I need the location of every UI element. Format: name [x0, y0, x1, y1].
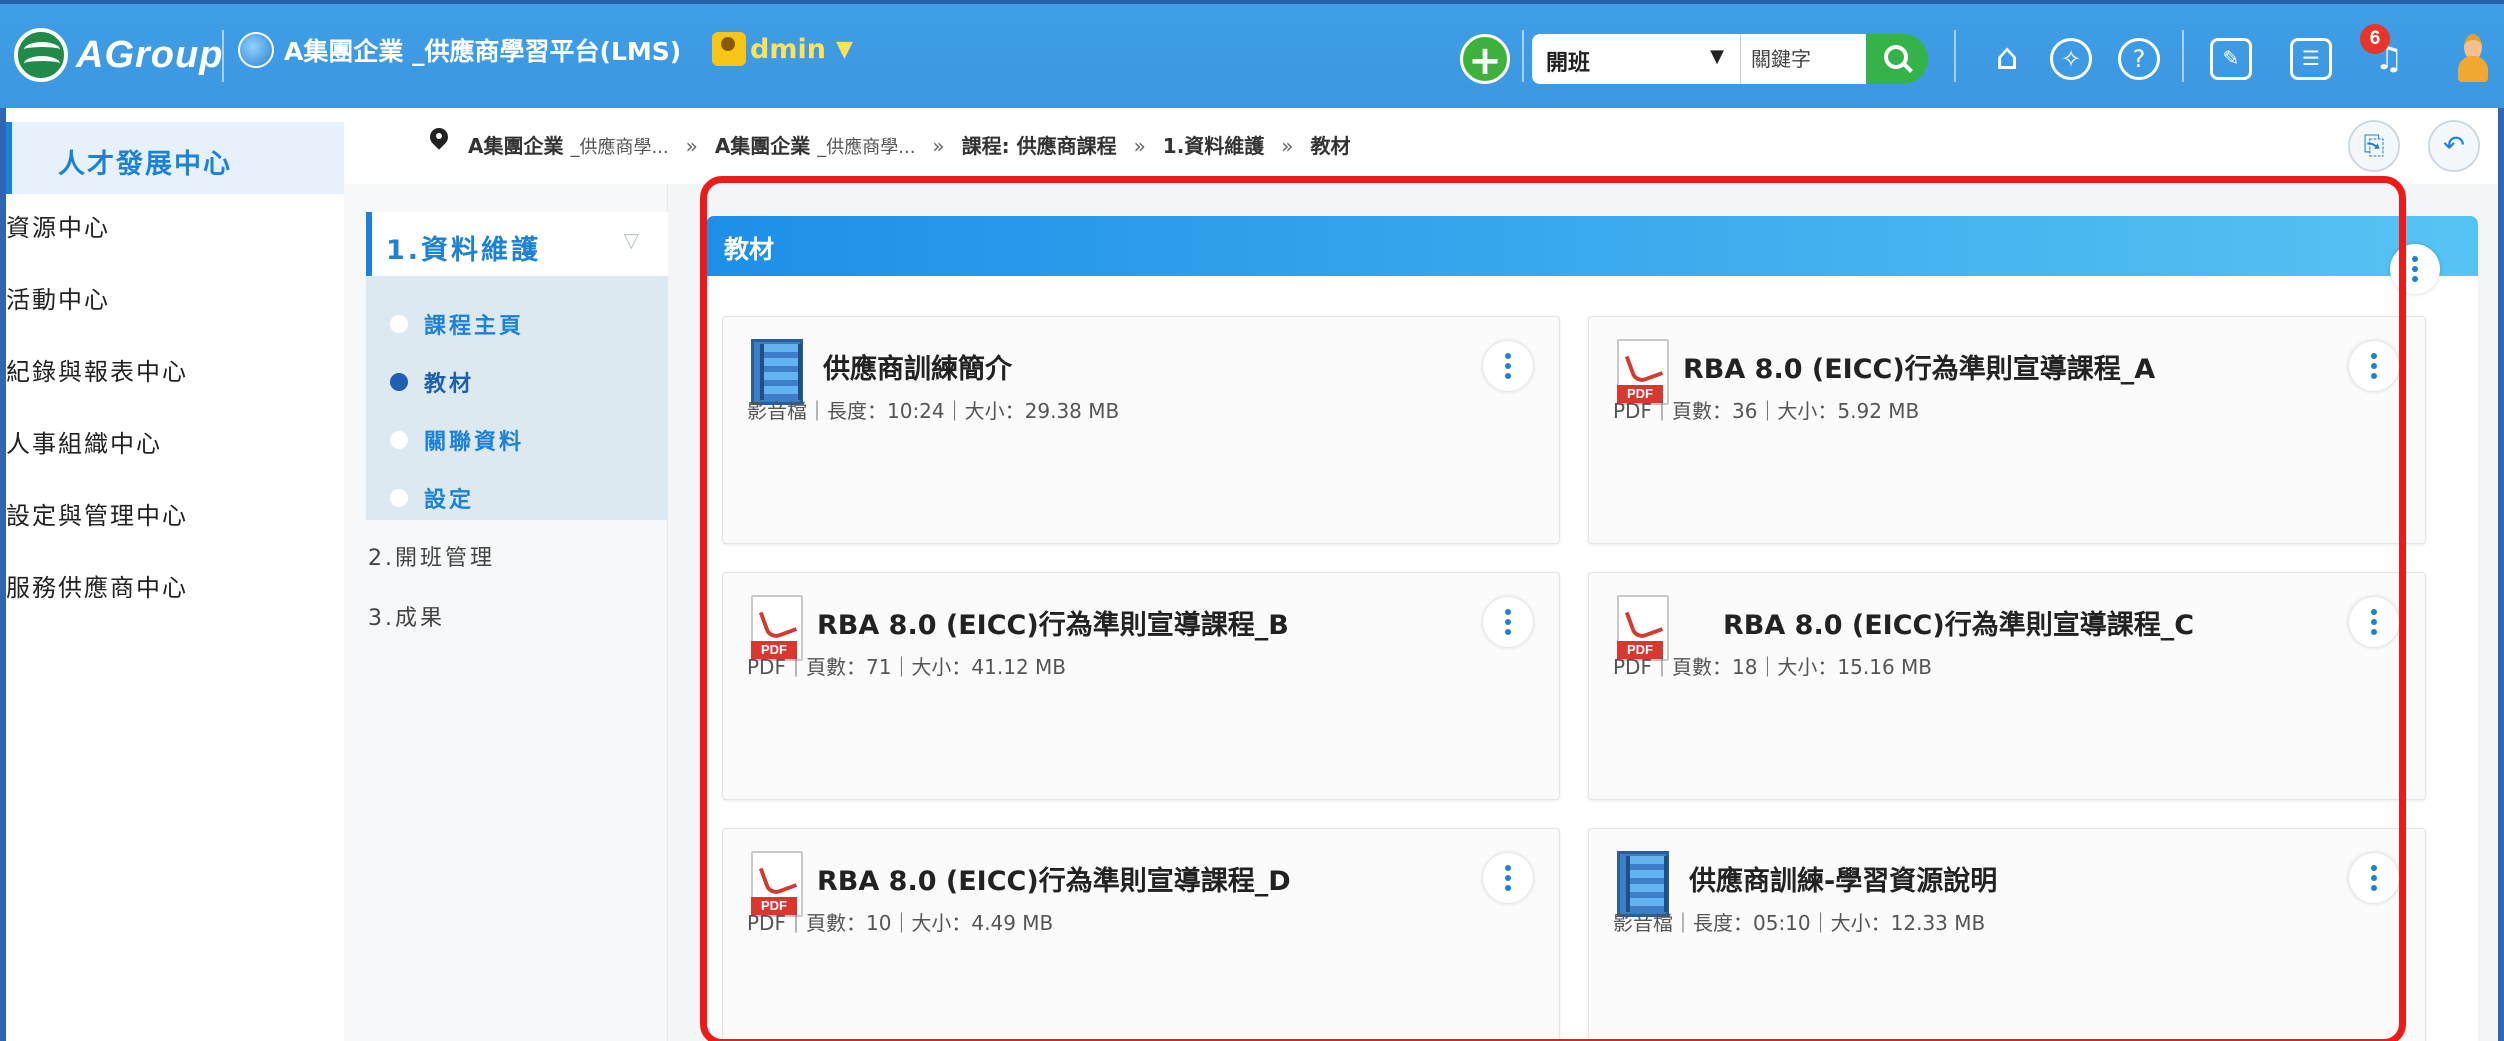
material-title[interactable]: RBA 8.0 (EICC)行為準則宣導課程_B — [817, 603, 1289, 642]
subitem-materials[interactable]: 教材 — [390, 366, 474, 398]
user-icon[interactable] — [2456, 34, 2490, 84]
material-meta: PDF｜頁數：36｜大小：5.92 MB — [1613, 399, 1920, 423]
platform-title-text: A集團企業 _供應商學習平台(LMS) — [284, 37, 682, 66]
breadcrumb-item[interactable]: 課程: 供應商課程 — [962, 134, 1117, 158]
breadcrumb-current: 教材 — [1310, 134, 1351, 158]
bullet-icon — [390, 315, 408, 333]
divider — [1522, 30, 1524, 82]
admin-label: dmin — [750, 33, 826, 65]
report-icon[interactable]: ✎ — [2210, 38, 2252, 80]
course-nav-section: 1.資料維護 ▽ 課程主頁 教材 關聯資料 設定 — [366, 212, 668, 520]
more-options-icon[interactable] — [2349, 597, 2399, 647]
material-meta: PDF｜頁數：18｜大小：15.16 MB — [1613, 655, 1933, 679]
material-title[interactable]: RBA 8.0 (EICC)行為準則宣導課程_A — [1683, 347, 2155, 386]
nav-item-suppliers[interactable]: 服務供應商中心 — [6, 568, 344, 603]
more-options-icon[interactable] — [1483, 853, 1533, 903]
subitem-related-data[interactable]: 關聯資料 — [390, 424, 524, 456]
panel-title: 教材 — [706, 216, 2478, 276]
subitem-settings[interactable]: 設定 — [390, 482, 474, 514]
chevron-down-icon: ▼ — [1710, 46, 1724, 67]
chevron-down-icon: ▽ — [623, 228, 642, 252]
caret-down-icon: ▼ — [835, 36, 853, 62]
back-icon[interactable]: ↶ — [2428, 120, 2480, 172]
admin-menu[interactable]: dmin ▼ — [712, 32, 853, 66]
nav-item-activities[interactable]: 活動中心 — [6, 280, 344, 315]
list-icon[interactable]: ☰ — [2290, 38, 2332, 80]
help-icon[interactable]: ? — [2118, 38, 2160, 80]
material-card[interactable]: 供應商訓練-學習資源說明 影音檔｜長度：05:10｜大小：12.33 MB — [1588, 828, 2426, 1041]
left-nav: 人才發展中心 資源中心 活動中心 紀錄與報表中心 人事組織中心 設定與管理中心 … — [6, 108, 344, 1041]
export-icon[interactable]: ⎘ — [2348, 120, 2400, 172]
material-title[interactable]: 供應商訓練-學習資源說明 — [1689, 859, 1997, 898]
nav-item-resources[interactable]: 資源中心 — [6, 208, 344, 243]
more-options-icon[interactable] — [2349, 341, 2399, 391]
material-title[interactable]: RBA 8.0 (EICC)行為準則宣導課程_C — [1723, 603, 2194, 642]
nav-item-label: 資源中心 — [6, 214, 110, 242]
breadcrumb-item[interactable]: A集團企業 _供應商學... — [715, 134, 916, 158]
material-title[interactable]: 供應商訓練簡介 — [823, 347, 1012, 386]
section-class-management[interactable]: 2.開班管理 — [368, 540, 495, 572]
notification-badge: 6 — [2360, 24, 2390, 54]
subitem-course-home[interactable]: 課程主頁 — [390, 308, 524, 340]
breadcrumb-trail: A集團企業 _供應商學... » A集團企業 _供應商學... » 課程: 供應… — [468, 134, 1351, 158]
bullet-icon — [390, 489, 408, 507]
keyword-input[interactable] — [1740, 34, 1866, 84]
class-type-select[interactable]: 開班 ▼ — [1532, 34, 1740, 84]
globe-icon — [238, 32, 274, 68]
logo-icon — [14, 28, 68, 82]
bullet-icon — [390, 431, 408, 449]
material-card[interactable]: 供應商訓練簡介 影音檔｜長度：10:24｜大小：29.38 MB — [722, 316, 1560, 544]
material-meta: PDF｜頁數：71｜大小：41.12 MB — [747, 655, 1067, 679]
more-options-icon[interactable] — [2349, 853, 2399, 903]
home-icon[interactable]: ⌂ — [1986, 38, 2028, 80]
divider — [2182, 30, 2184, 82]
breadcrumb: A集團企業 _供應商學... » A集團企業 _供應商學... » 課程: 供應… — [344, 108, 2498, 184]
search-button[interactable] — [1866, 34, 1928, 84]
breadcrumb-item[interactable]: 1.資料維護 — [1163, 134, 1265, 158]
nav-item-hr-org[interactable]: 人事組織中心 — [6, 424, 344, 459]
materials-panel: 教材 供應商訓練簡介 影音檔｜長度：10:24｜大小：29.38 MB RBA … — [706, 216, 2478, 1041]
more-options-icon[interactable] — [1483, 341, 1533, 391]
material-meta: 影音檔｜長度：10:24｜大小：29.38 MB — [747, 399, 1120, 423]
material-card[interactable]: RBA 8.0 (EICC)行為準則宣導課程_D PDF｜頁數：10｜大小：4.… — [722, 828, 1560, 1041]
logo-text: AGroup — [76, 33, 224, 76]
admin-icon — [712, 32, 746, 66]
location-pin-icon — [430, 128, 448, 154]
nav-item-settings[interactable]: 設定與管理中心 — [6, 496, 344, 531]
divider — [1954, 30, 1956, 82]
material-card[interactable]: RBA 8.0 (EICC)行為準則宣導課程_C PDF｜頁數：18｜大小：15… — [1588, 572, 2426, 800]
platform-title[interactable]: A集團企業 _供應商學習平台(LMS) — [238, 32, 681, 68]
top-bar: AGroup A集團企業 _供應商學習平台(LMS) dmin ▼ + 開班 ▼… — [0, 0, 2504, 108]
panel-more-options-icon[interactable] — [2390, 244, 2440, 294]
logo[interactable]: AGroup — [14, 22, 223, 88]
course-nav: 1.資料維護 ▽ 課程主頁 教材 關聯資料 設定 2.開班管理 3.成果 — [344, 184, 668, 1041]
material-card[interactable]: RBA 8.0 (EICC)行為準則宣導課程_A PDF｜頁數：36｜大小：5.… — [1588, 316, 2426, 544]
more-options-icon[interactable] — [1483, 597, 1533, 647]
material-card[interactable]: RBA 8.0 (EICC)行為準則宣導課程_B PDF｜頁數：71｜大小：41… — [722, 572, 1560, 800]
divider — [222, 30, 224, 82]
section-data-maintenance[interactable]: 1.資料維護 ▽ — [366, 212, 668, 276]
nav-item-reports[interactable]: 紀錄與報表中心 — [6, 352, 344, 387]
breadcrumb-item[interactable]: A集團企業 _供應商學... — [468, 134, 669, 158]
explore-icon[interactable]: ✧ — [2050, 38, 2092, 80]
material-meta: 影音檔｜長度：05:10｜大小：12.33 MB — [1613, 911, 1986, 935]
class-type-value: 開班 — [1546, 51, 1591, 76]
bullet-active-icon — [390, 373, 408, 391]
material-meta: PDF｜頁數：10｜大小：4.49 MB — [747, 911, 1054, 935]
nav-item-talent-development[interactable]: 人才發展中心 — [6, 122, 344, 194]
section-results[interactable]: 3.成果 — [368, 600, 445, 632]
material-title[interactable]: RBA 8.0 (EICC)行為準則宣導課程_D — [817, 859, 1291, 898]
add-button[interactable]: + — [1460, 34, 1510, 84]
